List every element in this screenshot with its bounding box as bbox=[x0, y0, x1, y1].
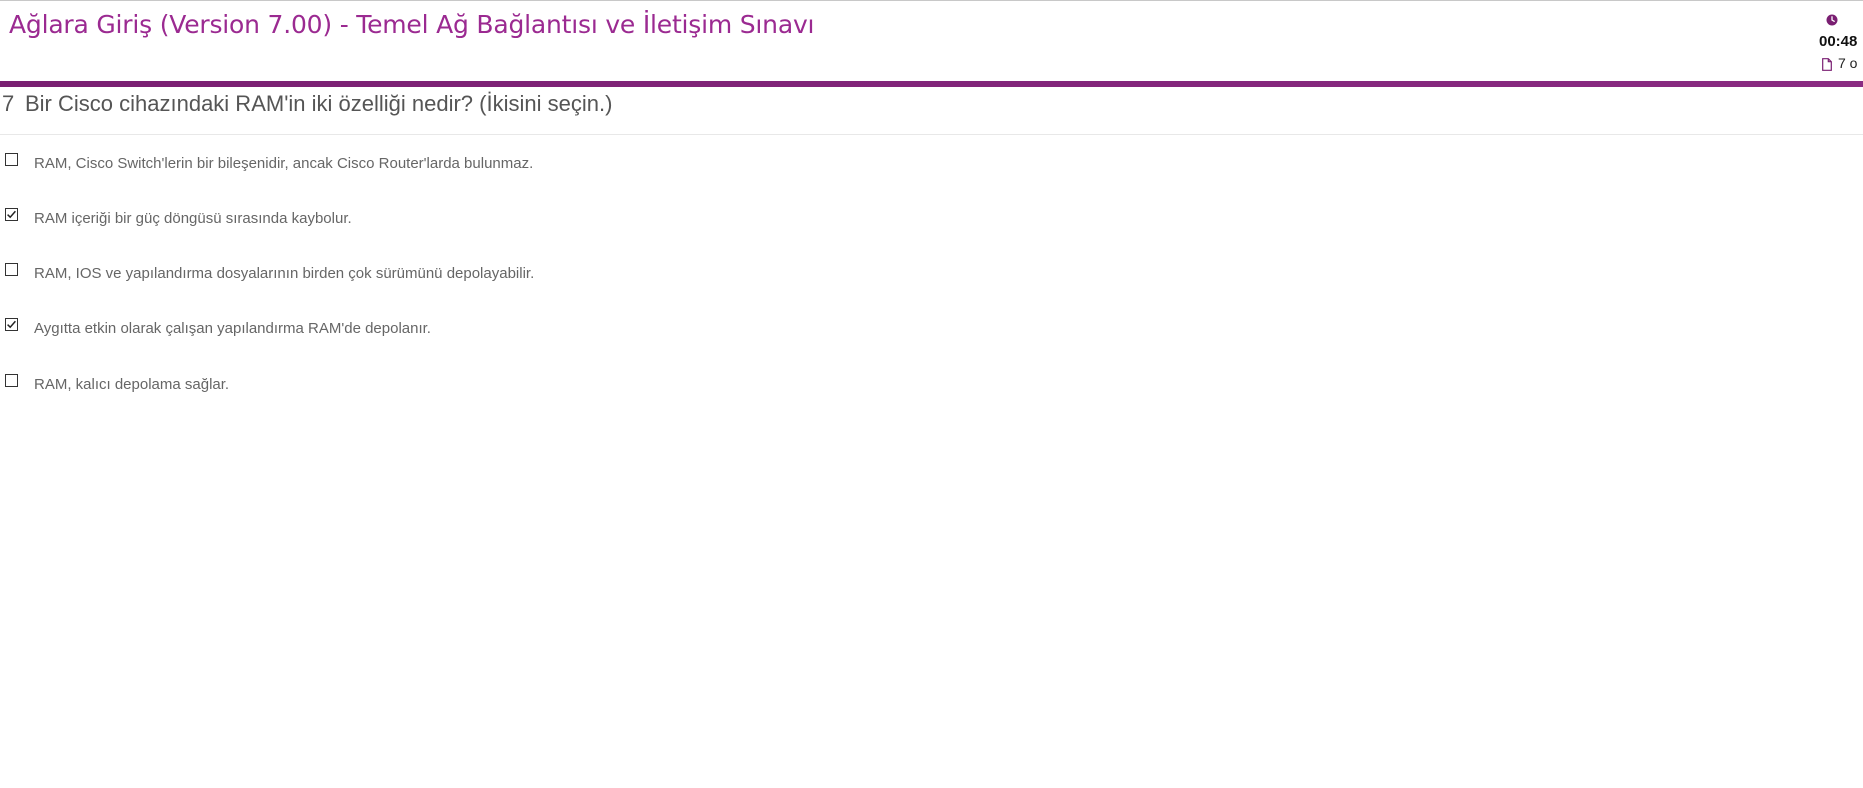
checkbox-option-3[interactable] bbox=[5, 263, 18, 276]
exam-title: Ağlara Giriş (Version 7.00) - Temel Ağ B… bbox=[9, 10, 815, 39]
question-text: Bir Cisco cihazındaki RAM'in iki özelliğ… bbox=[25, 91, 613, 116]
question-header: 7 Bir Cisco cihazındaki RAM'in iki özell… bbox=[0, 87, 1863, 135]
timer-panel: 00:48 7 o bbox=[1819, 11, 1863, 75]
option-4-label: Aygıtta etkin olarak çalışan yapılandırm… bbox=[34, 320, 431, 337]
checkbox-box bbox=[5, 318, 18, 331]
checkbox-box bbox=[5, 263, 18, 276]
checkbox-box bbox=[5, 153, 18, 166]
checkbox-box bbox=[5, 374, 18, 387]
option-5-label: RAM, kalıcı depolama sağlar. bbox=[34, 376, 230, 393]
option-2-label: RAM içeriği bir güç döngüsü sırasında ka… bbox=[34, 210, 352, 227]
question-number: 7 bbox=[2, 91, 15, 116]
timer-value: 00:48 bbox=[1819, 33, 1858, 50]
checkbox-option-4[interactable] bbox=[5, 318, 18, 331]
option-1-label: RAM, Cisco Switch'lerin bir bileşenidir,… bbox=[34, 155, 534, 172]
option-3[interactable]: RAM, IOS ve yapılandırma dosyalarının bi… bbox=[0, 262, 900, 292]
exam-header: Ağlara Giriş (Version 7.00) - Temel Ağ B… bbox=[0, 1, 1863, 81]
option-3-label: RAM, IOS ve yapılandırma dosyalarının bi… bbox=[34, 265, 535, 282]
option-2[interactable]: RAM içeriği bir güç döngüsü sırasında ka… bbox=[0, 207, 900, 237]
checkbox-box bbox=[5, 208, 18, 221]
checkbox-option-5[interactable] bbox=[5, 374, 18, 387]
checkbox-option-2[interactable] bbox=[5, 208, 18, 221]
clock-icon bbox=[1826, 14, 1838, 26]
page-count: 7 o bbox=[1838, 55, 1858, 71]
page-icon bbox=[1822, 58, 1832, 71]
option-1[interactable]: RAM, Cisco Switch'lerin bir bileşenidir,… bbox=[0, 152, 900, 182]
checkbox-option-1[interactable] bbox=[5, 153, 18, 166]
option-5[interactable]: RAM, kalıcı depolama sağlar. bbox=[0, 373, 900, 403]
option-4[interactable]: Aygıtta etkin olarak çalışan yapılandırm… bbox=[0, 317, 900, 347]
